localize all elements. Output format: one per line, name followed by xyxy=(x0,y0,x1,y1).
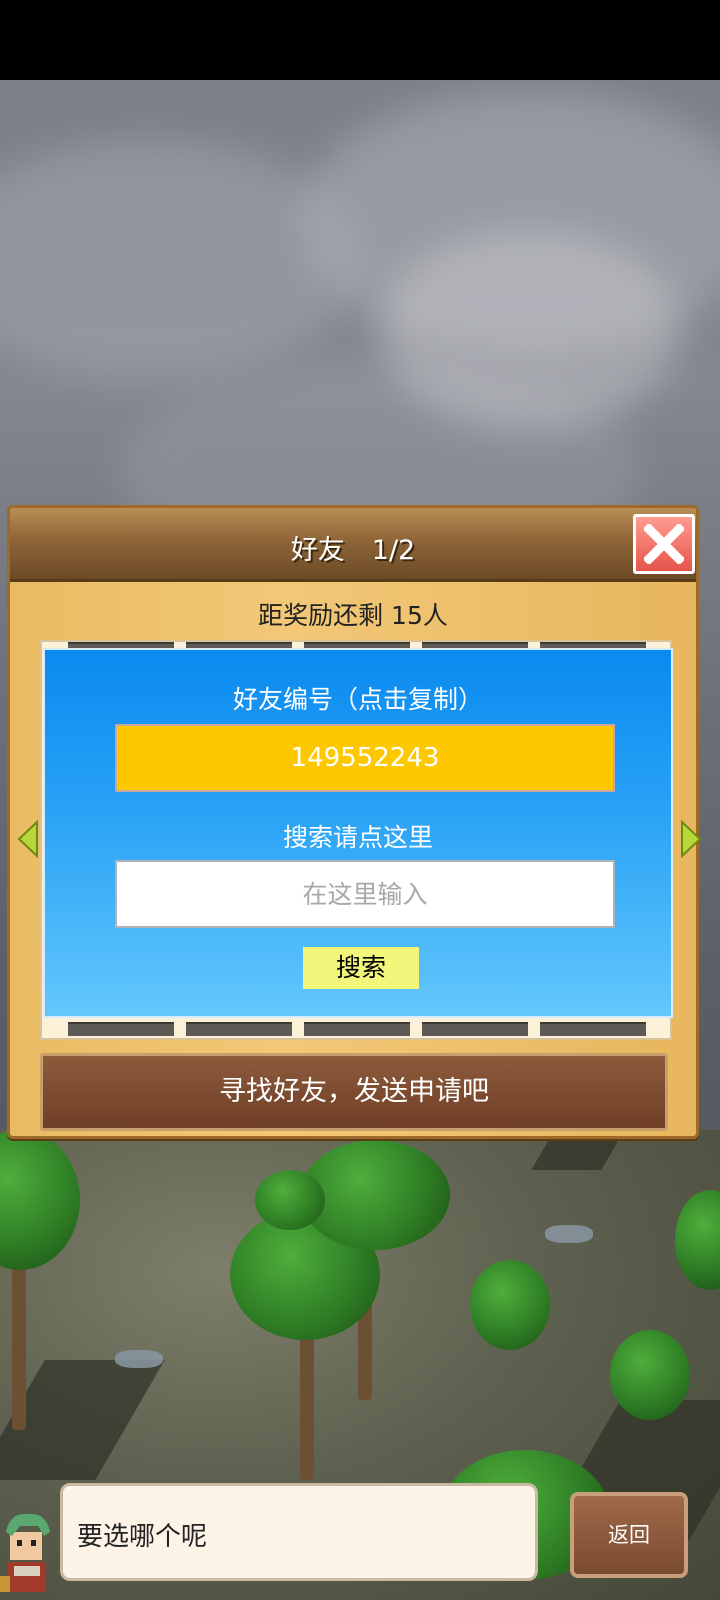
friend-slot[interactable] xyxy=(304,1022,410,1036)
rock xyxy=(115,1350,163,1368)
status-bar xyxy=(0,0,720,80)
friend-id-label: 好友编号（点击复制） xyxy=(232,685,483,714)
cloud xyxy=(0,140,360,380)
bush xyxy=(610,1330,690,1420)
panel-title: 好友 1/2 xyxy=(290,535,416,566)
friend-search-input[interactable] xyxy=(115,860,615,928)
close-icon xyxy=(644,524,684,564)
palm-tree xyxy=(0,1130,80,1270)
friend-slot[interactable] xyxy=(186,1022,292,1036)
back-button[interactable]: 返回 xyxy=(570,1492,688,1578)
friend-slot[interactable] xyxy=(68,1022,174,1036)
friend-slot[interactable] xyxy=(422,1022,528,1036)
dialog-message-text: 要选哪个呢 xyxy=(77,1522,208,1552)
search-button[interactable]: 搜索 xyxy=(303,947,419,989)
find-friends-button[interactable]: 寻找好友，发送申请吧 xyxy=(40,1053,668,1131)
friends-panel: 好友 1/2 距奖励还剩 15人 好友编号（点击复制） 149552243 搜索… xyxy=(7,505,699,1139)
reward-remaining-text: 距奖励还剩 15人 xyxy=(258,601,448,630)
friend-id-card: 好友编号（点击复制） 149552243 搜索请点这里 搜索 xyxy=(43,648,673,1018)
ground-shadow xyxy=(531,1140,619,1170)
search-hint-label: 搜索请点这里 xyxy=(282,823,433,852)
arrow-left-icon[interactable] xyxy=(17,820,39,858)
cloud xyxy=(380,230,680,430)
close-button[interactable] xyxy=(633,514,695,574)
friend-slot[interactable] xyxy=(540,1022,646,1036)
dialog-message-box: 要选哪个呢 xyxy=(60,1483,538,1581)
bush xyxy=(255,1170,325,1230)
arrow-right-icon[interactable] xyxy=(680,820,702,858)
avatar xyxy=(0,1513,50,1592)
panel-header: 好友 1/2 xyxy=(10,508,696,582)
bush xyxy=(470,1260,550,1350)
friend-id-copy-button[interactable]: 149552243 xyxy=(115,724,615,792)
bush xyxy=(675,1190,720,1290)
rock xyxy=(545,1225,593,1243)
